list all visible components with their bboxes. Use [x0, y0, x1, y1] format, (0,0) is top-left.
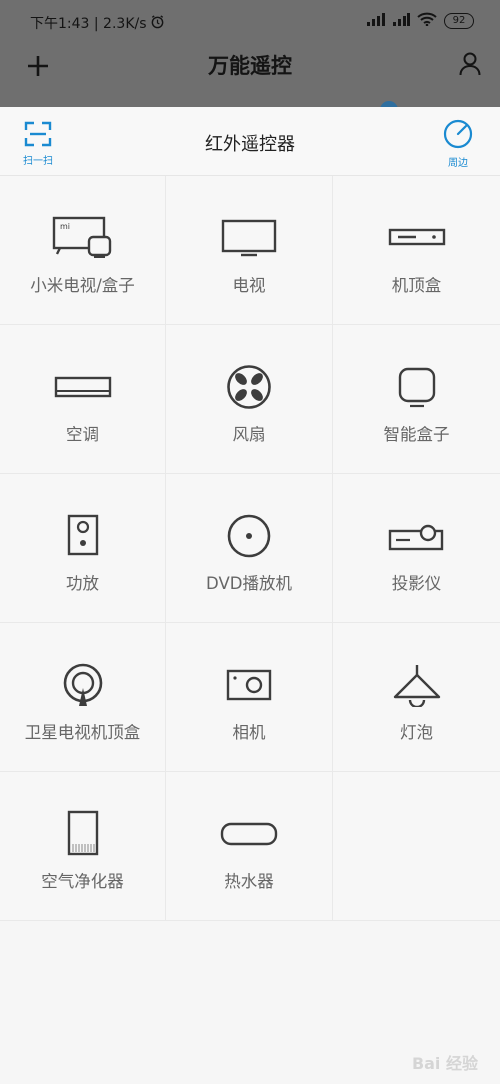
ir-remote-sheet: 扫一扫 红外遥控器 周边 mi 小米电视/盒子 电视 机顶盒 空调 风扇 智能盒… [0, 107, 500, 1084]
device-camera[interactable]: 相机 [166, 623, 333, 772]
device-label: 机顶盒 [391, 276, 442, 295]
mi-tv-box-icon: mi [0, 214, 165, 262]
lamp-icon [333, 661, 500, 709]
device-projector[interactable]: 投影仪 [333, 474, 500, 623]
nearby-label: 周边 [448, 158, 468, 169]
device-label: 风扇 [232, 425, 266, 444]
device-set-top-box[interactable]: 机顶盒 [333, 176, 500, 325]
device-label: 电视 [232, 276, 266, 295]
device-air-purifier[interactable]: 空气净化器 [0, 772, 166, 921]
satellite-box-icon [0, 661, 165, 709]
empty-cell [333, 772, 500, 921]
device-mi-tv-box[interactable]: mi 小米电视/盒子 [0, 176, 166, 325]
sheet-title: 红外遥控器 [205, 134, 295, 155]
sheet-header: 扫一扫 红外遥控器 周边 [0, 107, 500, 176]
radar-icon [443, 119, 473, 149]
projector-icon [333, 512, 500, 560]
app-header: 万能遥控 [0, 44, 500, 107]
device-air-conditioner[interactable]: 空调 [0, 325, 166, 474]
device-label: 空调 [66, 425, 99, 444]
device-label: 灯泡 [400, 723, 433, 742]
device-label: 功放 [66, 574, 99, 593]
app-title: 万能遥控 [208, 54, 292, 78]
device-satellite-box[interactable]: 卫星电视机顶盒 [0, 623, 166, 772]
nearby-button[interactable]: 周边 [436, 119, 480, 169]
smart-box-icon [333, 363, 500, 411]
watermark: Bai 经验 [411, 1054, 478, 1073]
device-label: 卫星电视机顶盒 [24, 723, 141, 742]
air-conditioner-icon [0, 363, 165, 411]
battery-indicator: 92 [444, 13, 474, 29]
status-bar: 下午1:43 | 2.3K/s 92 [0, 0, 500, 44]
device-water-heater[interactable]: 热水器 [166, 772, 333, 921]
status-left: 下午1:43 | 2.3K/s [30, 13, 165, 33]
air-purifier-icon [0, 810, 165, 858]
dvd-player-icon [166, 512, 332, 560]
device-smart-box[interactable]: 智能盒子 [333, 325, 500, 474]
camera-icon [166, 661, 332, 709]
device-grid: mi 小米电视/盒子 电视 机顶盒 空调 风扇 智能盒子 功放 DVD播放机 投… [0, 176, 500, 921]
user-button[interactable] [454, 48, 486, 80]
status-time-speed: 下午1:43 | 2.3K/s [30, 16, 147, 32]
wifi-icon [417, 12, 437, 30]
background-app: 下午1:43 | 2.3K/s 92 万能遥控 [0, 0, 500, 111]
device-fan[interactable]: 风扇 [166, 325, 333, 474]
device-label: 投影仪 [391, 574, 442, 593]
device-label: 小米电视/盒子 [30, 276, 135, 295]
device-amplifier[interactable]: 功放 [0, 474, 166, 623]
device-label: 空气净化器 [41, 872, 124, 891]
signal-icon-2 [392, 12, 410, 30]
device-tv[interactable]: 电视 [166, 176, 333, 325]
set-top-box-icon [333, 214, 500, 262]
fan-icon [166, 363, 332, 411]
device-lamp[interactable]: 灯泡 [333, 623, 500, 772]
device-dvd-player[interactable]: DVD播放机 [166, 474, 333, 623]
water-heater-icon [166, 810, 332, 858]
device-label: 智能盒子 [383, 425, 450, 444]
amplifier-icon [0, 512, 165, 560]
svg-text:mi: mi [60, 222, 70, 231]
alarm-icon [150, 14, 165, 33]
status-right: 92 [365, 12, 474, 30]
user-icon [459, 52, 481, 76]
device-label: 相机 [232, 723, 266, 742]
tv-icon [166, 214, 332, 262]
device-label: 热水器 [224, 872, 274, 891]
device-label: DVD播放机 [206, 574, 292, 593]
signal-icon [365, 12, 385, 30]
